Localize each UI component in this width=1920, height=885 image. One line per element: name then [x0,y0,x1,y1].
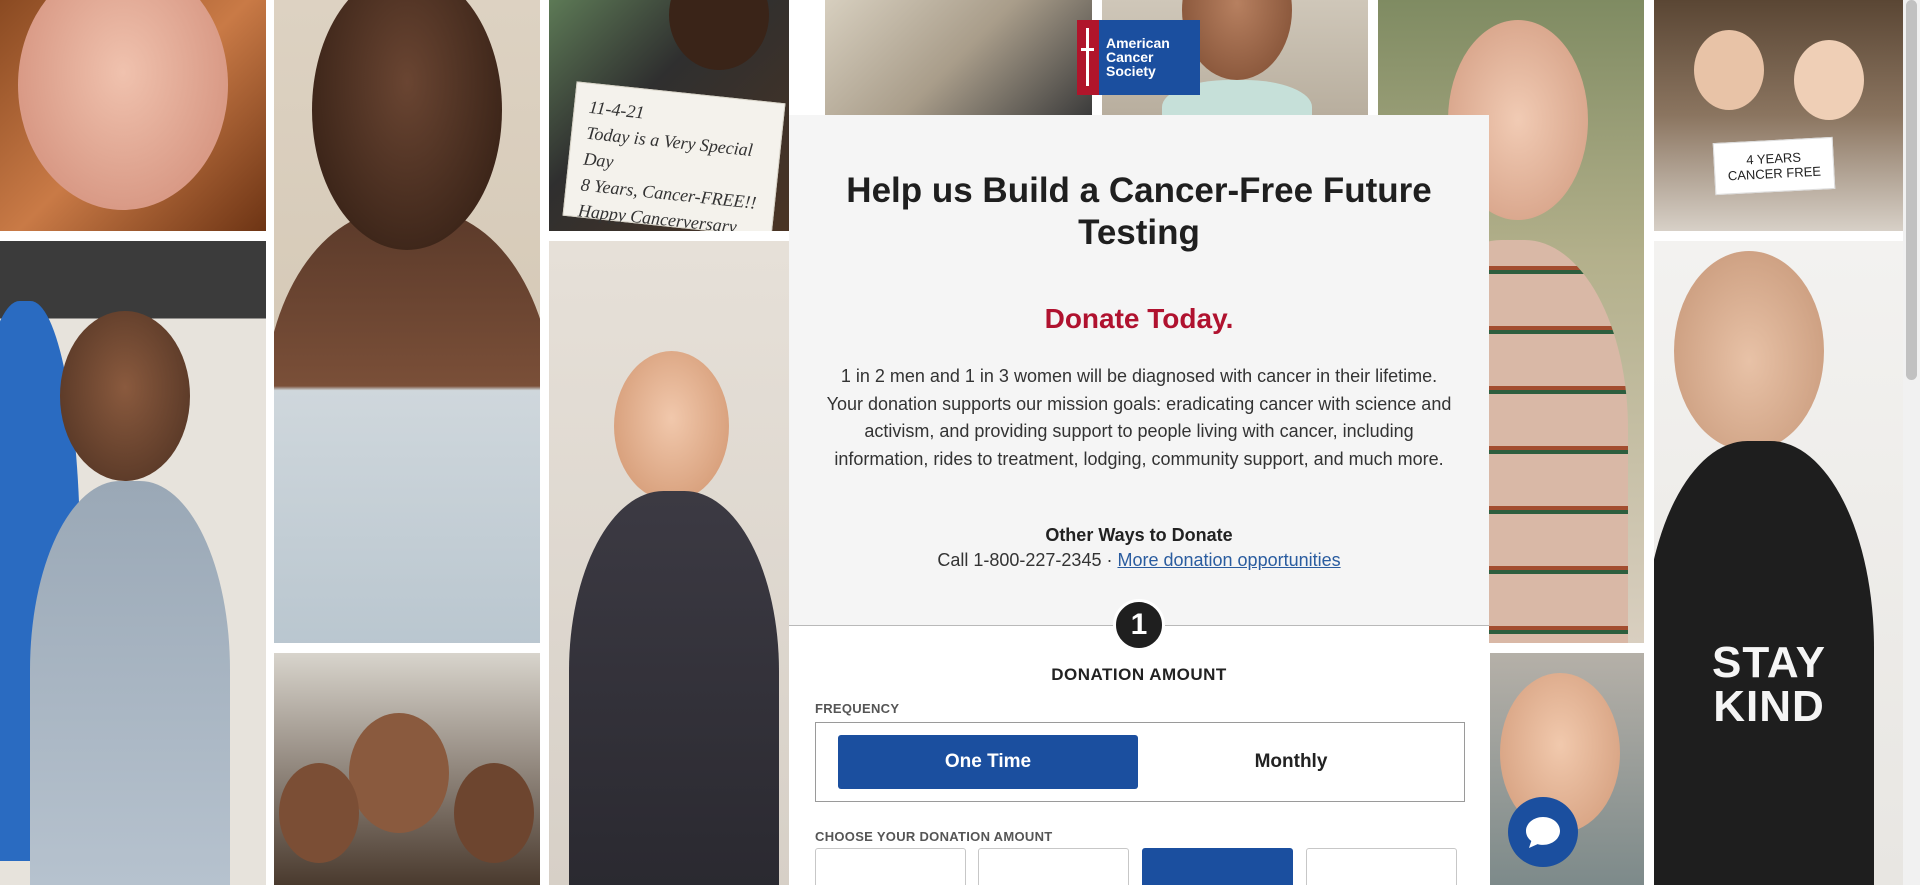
donation-amount-heading: DONATION AMOUNT [1051,665,1227,684]
sign-years: 4 YEARS CANCER FREE [1712,136,1836,196]
chat-bubble-icon [1526,817,1560,848]
photo-person-sign: 11-4-21 Today is a Very Special Day 8 Ye… [549,0,789,231]
phone-line: Call 1-800-227-2345 · More donation oppo… [789,550,1489,571]
step-number-badge: 1 [1113,599,1165,651]
donate-heading: Donate Today. [1044,303,1234,334]
frequency-label: FREQUENCY [815,701,900,716]
more-donation-link[interactable]: More donation opportunities [1117,550,1340,570]
photo-woman-blue-dress [0,241,266,885]
amount-option-4[interactable] [1306,848,1457,885]
photo-equipment [825,0,1092,115]
photo-family: 4 YEARS CANCER FREE [1654,0,1903,231]
sword-icon [1077,20,1099,95]
photo-woman-reclining [549,241,789,885]
photo-woman-smiling [0,0,266,231]
shirt-text: STAY KIND [1711,638,1827,731]
choose-amount-label: CHOOSE YOUR DONATION AMOUNT [815,829,1053,844]
page-title: Help us Build a Cancer-Free Future Testi… [846,171,1432,252]
other-ways-heading: Other Ways to Donate [1045,525,1233,545]
sign-note: 11-4-21 Today is a Very Special Day 8 Ye… [562,81,786,231]
logo-text: American Cancer Society [1106,35,1170,79]
page-scrollbar-thumb[interactable] [1906,0,1917,380]
amount-option-3[interactable] [1142,848,1293,885]
amount-option-2[interactable] [978,848,1129,885]
photo-man-beanie: STAY KIND [1654,241,1903,885]
acs-logo[interactable]: American Cancer Society [1077,20,1200,95]
phone-text: Call 1-800-227-2345 · [937,550,1118,570]
frequency-one-time-button[interactable]: One Time [838,735,1138,789]
amount-option-1[interactable] [815,848,966,885]
donation-card: Help us Build a Cancer-Free Future Testi… [789,115,1489,885]
frequency-selector: One Time Monthly [815,722,1465,802]
photo-mother-children [274,653,540,885]
frequency-monthly-button[interactable]: Monthly [1141,735,1441,789]
mission-description: 1 in 2 men and 1 in 3 women will be diag… [826,366,1452,469]
chat-button[interactable] [1508,797,1578,867]
photo-man-glasses [274,0,540,643]
